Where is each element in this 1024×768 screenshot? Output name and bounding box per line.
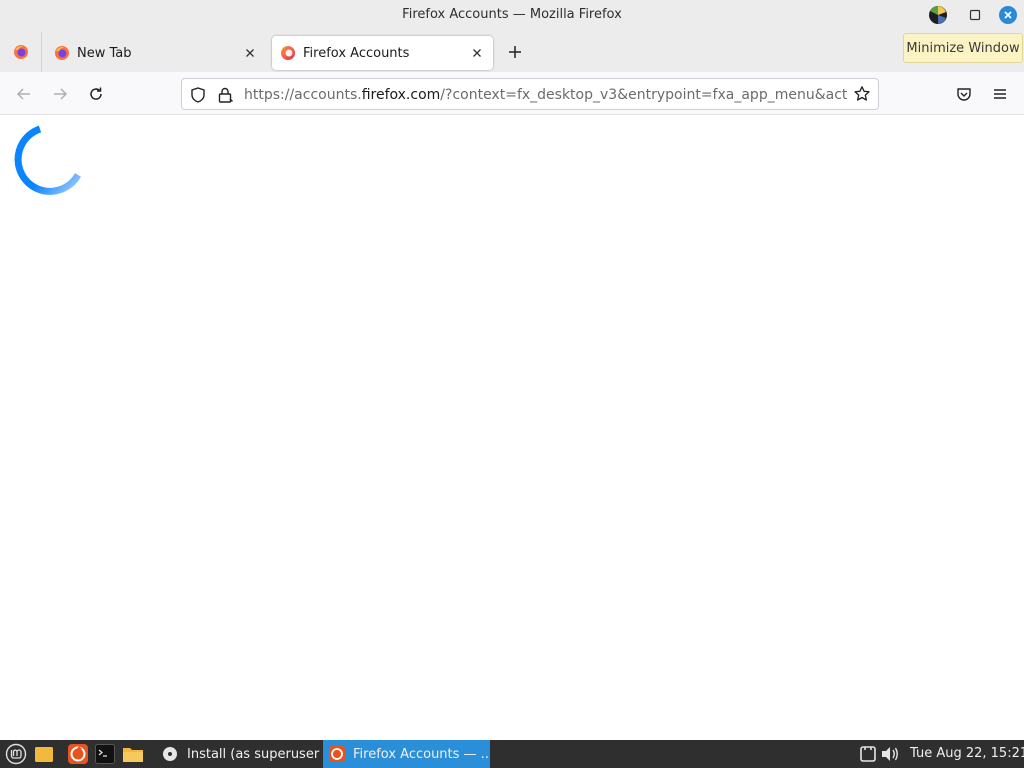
window-titlebar: Firefox Accounts — Mozilla Firefox xyxy=(0,0,1024,32)
firefox-icon xyxy=(329,746,345,762)
mint-logo-icon xyxy=(5,743,27,765)
reload-icon xyxy=(90,87,102,100)
bookmark-star-icon[interactable] xyxy=(853,85,871,103)
arrow-left-icon xyxy=(16,88,30,100)
folder-icon xyxy=(123,748,143,762)
volume-tray-button[interactable] xyxy=(879,743,901,765)
firefox-icon xyxy=(68,744,88,764)
plus-icon xyxy=(509,46,521,58)
page-content xyxy=(0,115,1024,740)
taskbar-item-firefox[interactable]: Firefox Accounts — ... xyxy=(323,740,490,768)
firefox-icon xyxy=(55,46,69,60)
maximize-icon xyxy=(969,9,981,21)
forward-button[interactable] xyxy=(47,81,73,107)
hamburger-menu-icon xyxy=(994,89,1006,99)
taskbar-item-label: Install (as superuser) xyxy=(187,746,320,762)
network-icon xyxy=(860,746,876,762)
start-menu-button[interactable] xyxy=(5,743,27,765)
minimize-window-button[interactable] xyxy=(928,5,948,25)
pocket-button[interactable] xyxy=(951,81,977,107)
minimize-icon xyxy=(929,6,947,24)
window-title: Firefox Accounts — Mozilla Firefox xyxy=(402,7,622,22)
close-tab-icon[interactable] xyxy=(469,45,485,61)
taskbar: Install (as superuser) Firefox Accounts … xyxy=(0,740,1024,768)
folder-icon xyxy=(35,747,53,762)
pinned-tab-firefox[interactable] xyxy=(0,32,42,72)
app-menu-button[interactable] xyxy=(987,81,1013,107)
arrow-right-icon xyxy=(54,88,68,100)
lock-icon[interactable] xyxy=(216,86,234,104)
tab-firefox-accounts[interactable]: Firefox Accounts xyxy=(272,36,493,70)
url-prefix: https://accounts. xyxy=(244,87,362,103)
taskbar-clock[interactable]: Tue Aug 22, 15:21 xyxy=(910,746,1024,761)
pocket-icon xyxy=(957,88,971,101)
close-tab-icon[interactable] xyxy=(242,45,258,61)
new-tab-button[interactable] xyxy=(503,40,527,64)
firefox-launcher-button[interactable] xyxy=(67,743,89,765)
url-text: https://accounts.firefox.com/?context=fx… xyxy=(244,87,848,103)
terminal-launcher-button[interactable] xyxy=(94,743,116,765)
tab-strip: New Tab Firefox Accounts xyxy=(0,32,1024,72)
terminal-icon xyxy=(95,744,115,764)
taskbar-item-label: Firefox Accounts — ... xyxy=(353,746,490,762)
firefox-accounts-icon xyxy=(281,46,295,60)
maximize-window-button[interactable] xyxy=(965,5,985,25)
reload-button[interactable] xyxy=(83,81,109,107)
minimize-window-tooltip: Minimize Window xyxy=(903,33,1023,63)
tab-label: New Tab xyxy=(77,45,132,61)
url-domain: firefox.com xyxy=(361,87,441,103)
network-tray-button[interactable] xyxy=(857,743,879,765)
close-window-button[interactable] xyxy=(998,5,1018,25)
shield-icon[interactable] xyxy=(189,86,207,104)
taskbar-item-install[interactable]: Install (as superuser) xyxy=(156,740,320,768)
firefox-icon xyxy=(13,45,28,59)
disc-icon xyxy=(163,747,177,761)
close-icon xyxy=(999,6,1017,24)
tab-label: Firefox Accounts xyxy=(303,45,410,61)
url-path: /?context=fx_desktop_v3&entrypoint=fxa_a… xyxy=(440,87,848,103)
files-launcher-button[interactable] xyxy=(122,743,144,765)
loading-spinner-icon xyxy=(14,125,82,195)
volume-icon xyxy=(882,747,898,761)
back-button[interactable] xyxy=(11,81,37,107)
show-desktop-button[interactable] xyxy=(33,743,55,765)
tab-new-tab[interactable]: New Tab xyxy=(46,36,266,70)
url-bar[interactable]: https://accounts.firefox.com/?context=fx… xyxy=(181,78,879,110)
navigation-toolbar: https://accounts.firefox.com/?context=fx… xyxy=(0,72,1024,115)
